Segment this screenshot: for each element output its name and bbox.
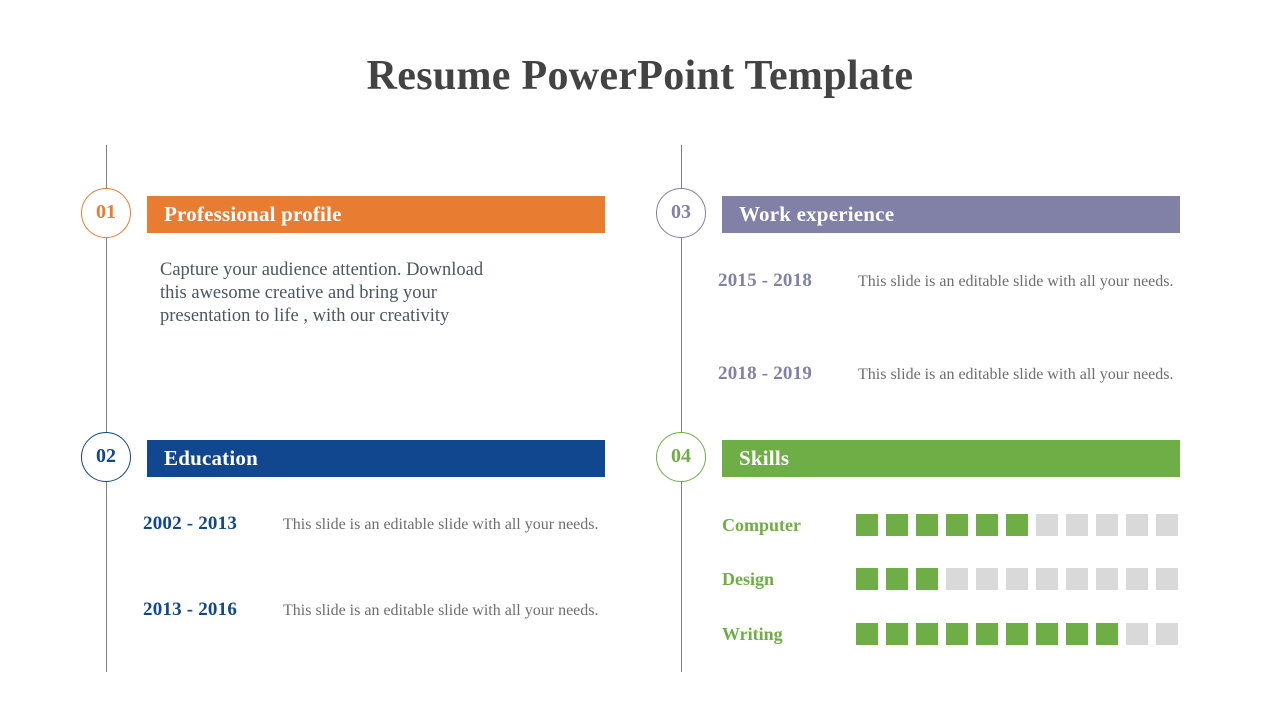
- skill-cell[interactable]: [976, 514, 998, 536]
- section-bar-work-experience[interactable]: Work experience: [722, 196, 1180, 233]
- skill-cell[interactable]: [1126, 568, 1148, 590]
- skill-cell[interactable]: [916, 514, 938, 536]
- skill-cell[interactable]: [1006, 568, 1028, 590]
- education-entry-2-desc: This slide is an editable slide with all…: [283, 602, 599, 619]
- skill-cell[interactable]: [1126, 623, 1148, 645]
- skill-meter-writing[interactable]: [856, 623, 1178, 645]
- step-number-02: 02: [96, 445, 116, 467]
- skill-meter-design[interactable]: [856, 568, 1178, 590]
- skill-cell[interactable]: [856, 623, 878, 645]
- skill-cell[interactable]: [1066, 568, 1088, 590]
- skill-cell[interactable]: [946, 514, 968, 536]
- section-bar-professional-profile[interactable]: Professional profile: [147, 196, 605, 233]
- step-circle-04[interactable]: 04: [656, 432, 706, 482]
- step-circle-01[interactable]: 01: [81, 188, 131, 238]
- skill-cell[interactable]: [916, 623, 938, 645]
- skill-cell[interactable]: [1156, 623, 1178, 645]
- skill-label-computer: Computer: [722, 514, 801, 535]
- education-entry-1-desc: This slide is an editable slide with all…: [283, 516, 599, 533]
- skill-cell[interactable]: [946, 623, 968, 645]
- step-circle-02[interactable]: 02: [81, 432, 131, 482]
- skill-cell[interactable]: [1156, 514, 1178, 536]
- skill-row-writing: Writing: [722, 622, 1178, 646]
- skill-row-design: Design: [722, 567, 1178, 591]
- skill-cell[interactable]: [1126, 514, 1148, 536]
- skill-cell[interactable]: [1096, 623, 1118, 645]
- skill-cell[interactable]: [886, 514, 908, 536]
- skill-cell[interactable]: [1096, 514, 1118, 536]
- section-title-professional-profile: Professional profile: [164, 202, 342, 226]
- step-number-01: 01: [96, 201, 116, 223]
- step-number-04: 04: [671, 445, 691, 467]
- section-bar-skills[interactable]: Skills: [722, 440, 1180, 477]
- work-entry-1-desc: This slide is an editable slide with all…: [858, 273, 1174, 290]
- skill-cell[interactable]: [856, 568, 878, 590]
- work-entry-2: 2018 - 2019 This slide is an editable sl…: [718, 363, 1174, 385]
- work-entry-1: 2015 - 2018 This slide is an editable sl…: [718, 270, 1174, 292]
- education-entry-1-date: 2002 - 2013: [143, 513, 238, 534]
- skill-cell[interactable]: [1006, 514, 1028, 536]
- section-title-education: Education: [164, 446, 258, 470]
- page-title: Resume PowerPoint Template: [366, 53, 914, 99]
- section-bar-education[interactable]: Education: [147, 440, 605, 477]
- skill-row-computer: Computer: [722, 513, 1178, 537]
- skill-label-writing: Writing: [722, 623, 783, 644]
- work-entry-2-date: 2018 - 2019: [718, 363, 813, 384]
- work-entry-1-date: 2015 - 2018: [718, 270, 813, 291]
- skill-cell[interactable]: [1036, 514, 1058, 536]
- section-title-skills: Skills: [739, 446, 790, 470]
- skill-label-design: Design: [722, 568, 775, 589]
- step-circle-03[interactable]: 03: [656, 188, 706, 238]
- skill-meter-computer[interactable]: [856, 514, 1178, 536]
- skill-cell[interactable]: [1096, 568, 1118, 590]
- education-entry-2-date: 2013 - 2016: [143, 599, 238, 620]
- education-entry-2: 2013 - 2016 This slide is an editable sl…: [143, 599, 599, 621]
- professional-profile-body: Capture your audience attention. Downloa…: [160, 260, 484, 326]
- skill-cell[interactable]: [1006, 623, 1028, 645]
- skill-cell[interactable]: [976, 568, 998, 590]
- skill-cell[interactable]: [886, 568, 908, 590]
- skill-cell[interactable]: [1156, 568, 1178, 590]
- skill-cell[interactable]: [976, 623, 998, 645]
- skill-cell[interactable]: [946, 568, 968, 590]
- skill-cell[interactable]: [916, 568, 938, 590]
- skill-cell[interactable]: [886, 623, 908, 645]
- slide-canvas: Resume PowerPoint Template 01 Profession…: [0, 0, 1280, 720]
- skill-cell[interactable]: [1066, 514, 1088, 536]
- skill-cell[interactable]: [1066, 623, 1088, 645]
- step-number-03: 03: [671, 201, 691, 223]
- skill-cell[interactable]: [856, 514, 878, 536]
- skill-cell[interactable]: [1036, 623, 1058, 645]
- work-entry-2-desc: This slide is an editable slide with all…: [858, 366, 1174, 383]
- skill-cell[interactable]: [1036, 568, 1058, 590]
- education-entry-1: 2002 - 2013 This slide is an editable sl…: [143, 513, 599, 535]
- section-title-work-experience: Work experience: [739, 202, 895, 226]
